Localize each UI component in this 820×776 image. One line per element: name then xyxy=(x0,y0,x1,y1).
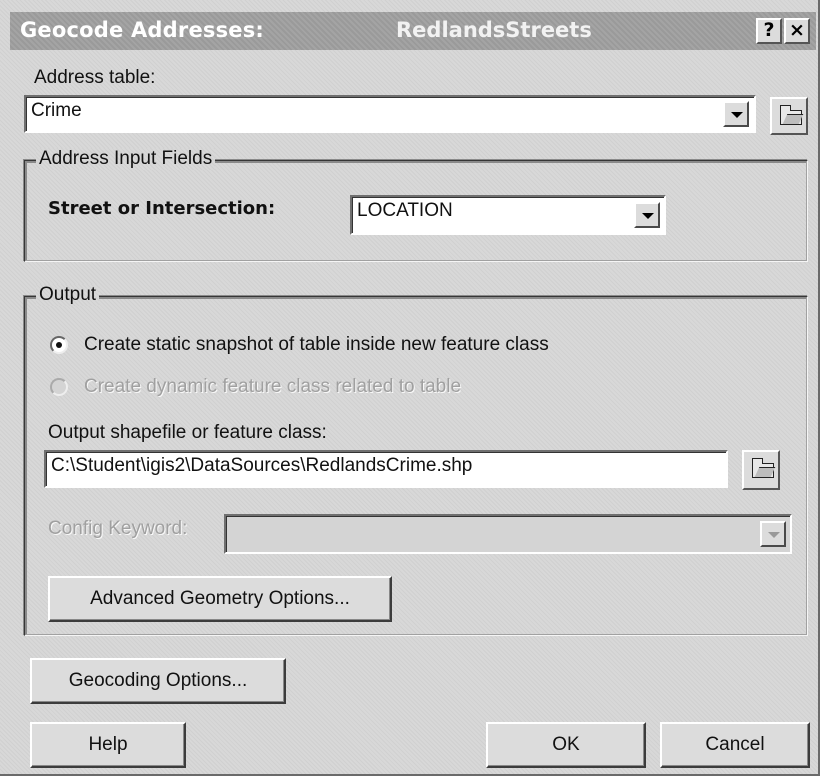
static-snapshot-radio[interactable] xyxy=(50,336,68,354)
open-folder-icon xyxy=(751,458,774,478)
chevron-down-icon xyxy=(760,521,786,547)
close-button[interactable]: × xyxy=(784,18,810,44)
cancel-button[interactable]: Cancel xyxy=(660,722,810,768)
address-table-select[interactable]: Crime xyxy=(24,95,756,133)
street-or-intersection-label: Street or Intersection: xyxy=(48,198,276,219)
address-input-fields-legend: Address Input Fields xyxy=(36,148,216,170)
help-button[interactable]: Help xyxy=(30,722,186,768)
output-shapefile-value: C:\Student\igis2\DataSources\RedlandsCri… xyxy=(51,455,473,476)
address-table-label: Address table: xyxy=(34,67,156,88)
title-bar[interactable]: Geocode Addresses: RedlandsStreets ? × xyxy=(10,12,816,50)
dynamic-feature-class-label: Create dynamic feature class related to … xyxy=(84,376,462,397)
help-title-button[interactable]: ? xyxy=(756,18,782,44)
ok-button[interactable]: OK xyxy=(486,722,646,768)
config-keyword-select xyxy=(224,514,792,554)
geocoding-options-button[interactable]: Geocoding Options... xyxy=(30,658,286,704)
street-field-select[interactable]: LOCATION xyxy=(350,195,666,235)
advanced-geometry-options-button[interactable]: Advanced Geometry Options... xyxy=(48,576,392,622)
window-title-layer: RedlandsStreets xyxy=(396,18,592,42)
open-folder-icon xyxy=(779,105,802,125)
output-legend: Output xyxy=(36,284,100,306)
output-browse-button[interactable] xyxy=(742,450,780,490)
street-field-value: LOCATION xyxy=(357,200,453,221)
geocode-addresses-dialog: Geocode Addresses: RedlandsStreets ? × A… xyxy=(0,0,820,776)
address-table-browse-button[interactable] xyxy=(770,97,808,135)
chevron-down-icon[interactable] xyxy=(634,202,660,228)
output-shapefile-input[interactable]: C:\Student\igis2\DataSources\RedlandsCri… xyxy=(44,450,728,488)
chevron-down-icon[interactable] xyxy=(723,101,749,127)
dynamic-feature-class-radio xyxy=(50,378,68,396)
window-title: Geocode Addresses: xyxy=(20,18,265,42)
output-shapefile-label: Output shapefile or feature class: xyxy=(48,422,327,443)
config-keyword-label: Config Keyword: xyxy=(48,518,188,539)
static-snapshot-label[interactable]: Create static snapshot of table inside n… xyxy=(84,334,549,356)
address-table-value: Crime xyxy=(31,100,82,121)
